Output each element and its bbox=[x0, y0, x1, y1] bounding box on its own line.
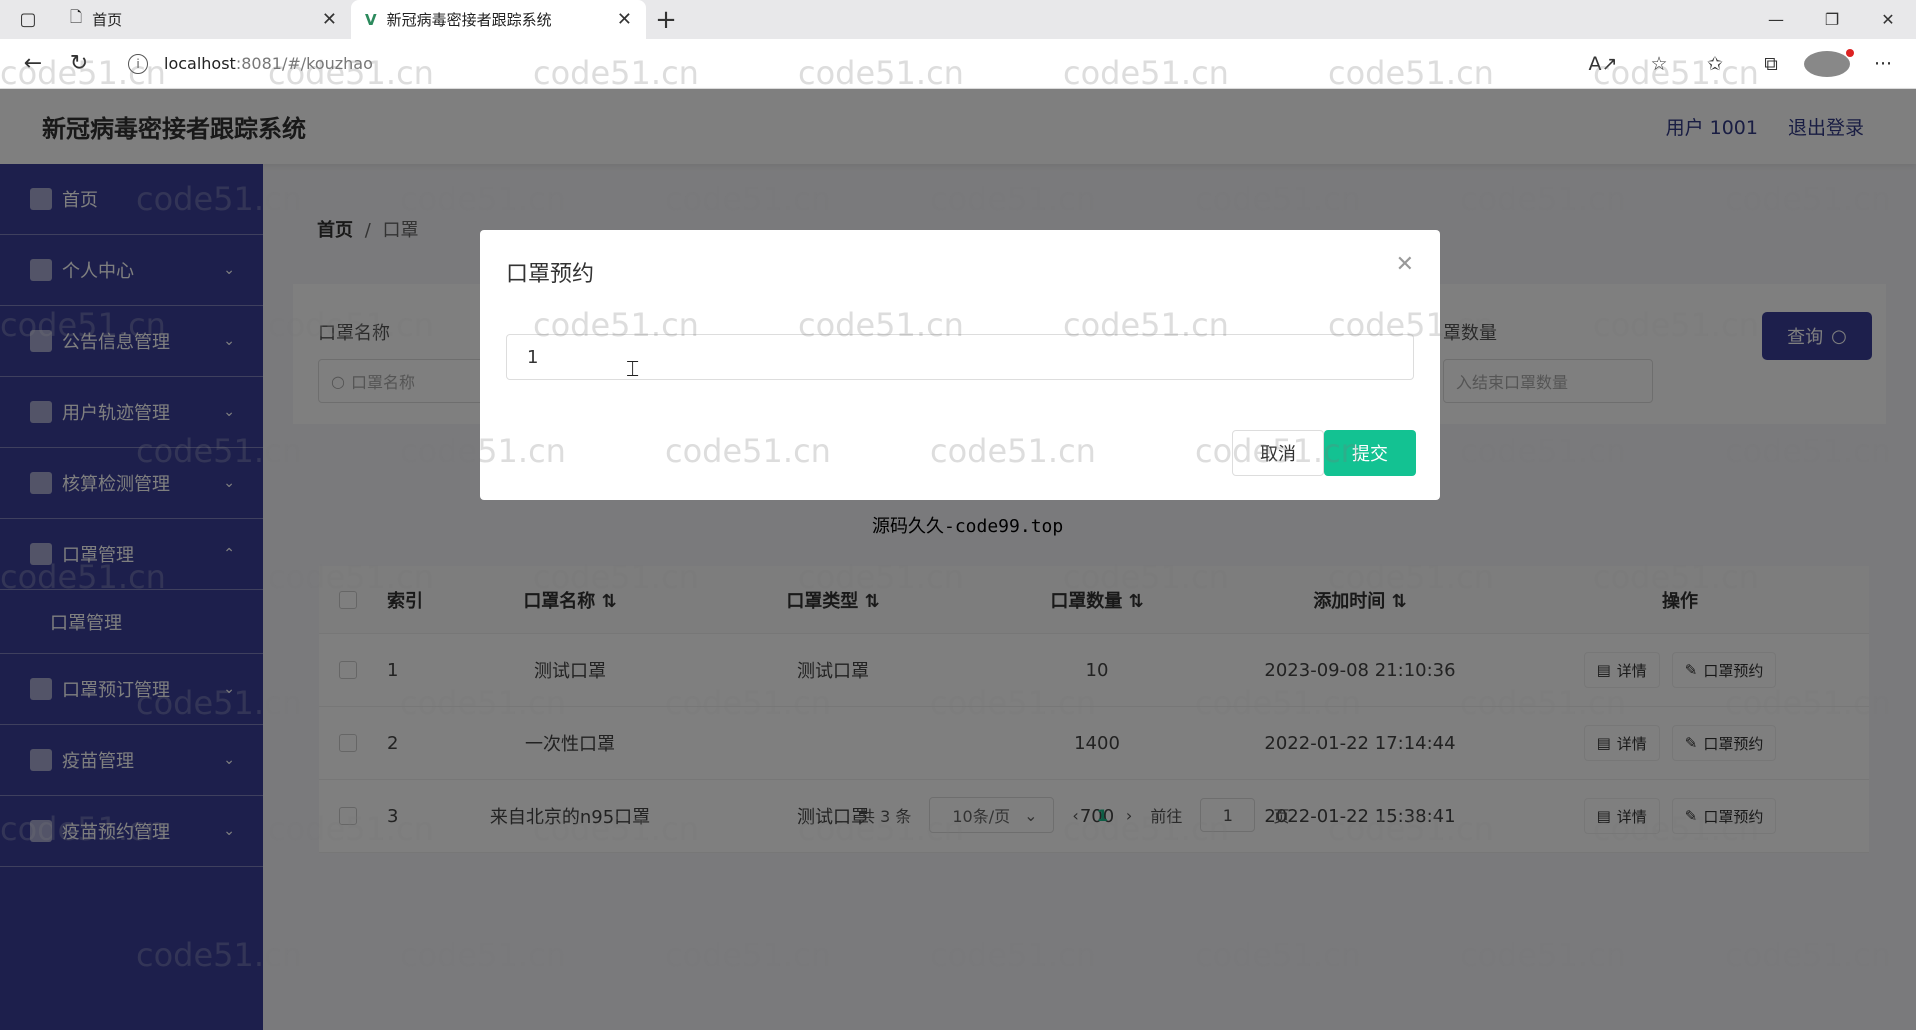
close-icon[interactable]: ✕ bbox=[322, 9, 337, 30]
submit-label: 提交 bbox=[1352, 444, 1388, 465]
browser-tab-home[interactable]: 🗋 首页 ✕ bbox=[56, 0, 351, 39]
page-icon: 🗋 bbox=[70, 8, 83, 26]
new-tab-button[interactable]: + bbox=[646, 0, 686, 39]
favorites-icon[interactable]: ✩ bbox=[1692, 51, 1738, 77]
more-icon[interactable]: ··· bbox=[1860, 51, 1906, 77]
minimize-icon[interactable]: — bbox=[1748, 0, 1804, 39]
info-icon[interactable]: i bbox=[128, 53, 148, 74]
reserve-quantity-input[interactable]: 1 bbox=[506, 334, 1414, 380]
tab-title: 新冠病毒密接者跟踪系统 bbox=[386, 11, 552, 29]
restore-icon[interactable]: ❐ bbox=[1804, 0, 1860, 39]
window-controls: — ❐ ✕ bbox=[1748, 0, 1916, 39]
reserve-dialog: 口罩预约 ✕ 1 取消 提交 bbox=[480, 230, 1440, 500]
read-aloud-icon[interactable]: A↗ bbox=[1580, 51, 1626, 77]
submit-button[interactable]: 提交 bbox=[1324, 430, 1416, 476]
browser-tab-strip: ▢ 🗋 首页 ✕ V 新冠病毒密接者跟踪系统 ✕ + — ❐ ✕ bbox=[0, 0, 1916, 39]
cancel-label: 取消 bbox=[1260, 444, 1296, 465]
tab-title: 首页 bbox=[92, 11, 123, 29]
url-path: :8081/#/kouzhao bbox=[235, 54, 373, 73]
avatar bbox=[1804, 48, 1854, 77]
address-bar: ← ↻ i localhost:8081/#/kouzhao A↗ ☆ ✩ ⧉ … bbox=[0, 39, 1916, 89]
browser-tab-system[interactable]: V 新冠病毒密接者跟踪系统 ✕ bbox=[351, 0, 646, 39]
url-host: localhost bbox=[164, 54, 236, 73]
close-icon[interactable]: ✕ bbox=[1396, 252, 1414, 277]
favorite-add-icon[interactable]: ☆ bbox=[1636, 51, 1682, 77]
text-cursor-icon: ⌶ bbox=[626, 357, 640, 382]
back-icon[interactable]: ← bbox=[10, 44, 56, 84]
collections-icon[interactable]: ⧉ bbox=[1748, 51, 1794, 77]
cancel-button[interactable]: 取消 bbox=[1232, 430, 1324, 476]
close-icon[interactable]: ✕ bbox=[617, 9, 632, 30]
profile-icon[interactable] bbox=[1804, 48, 1854, 77]
input-value: 1 bbox=[527, 346, 539, 368]
browser-toolbar: A↗ ☆ ✩ ⧉ ··· bbox=[1580, 48, 1906, 77]
close-window-icon[interactable]: ✕ bbox=[1860, 0, 1916, 39]
tab-actions-icon[interactable]: ▢ bbox=[0, 0, 56, 39]
refresh-icon[interactable]: ↻ bbox=[56, 44, 102, 84]
url-field[interactable]: i localhost:8081/#/kouzhao bbox=[116, 44, 1570, 83]
overlay-caption: 源码久久-code99.top bbox=[872, 516, 1064, 537]
dialog-title: 口罩预约 bbox=[506, 262, 595, 287]
vue-logo-icon: V bbox=[365, 10, 377, 29]
